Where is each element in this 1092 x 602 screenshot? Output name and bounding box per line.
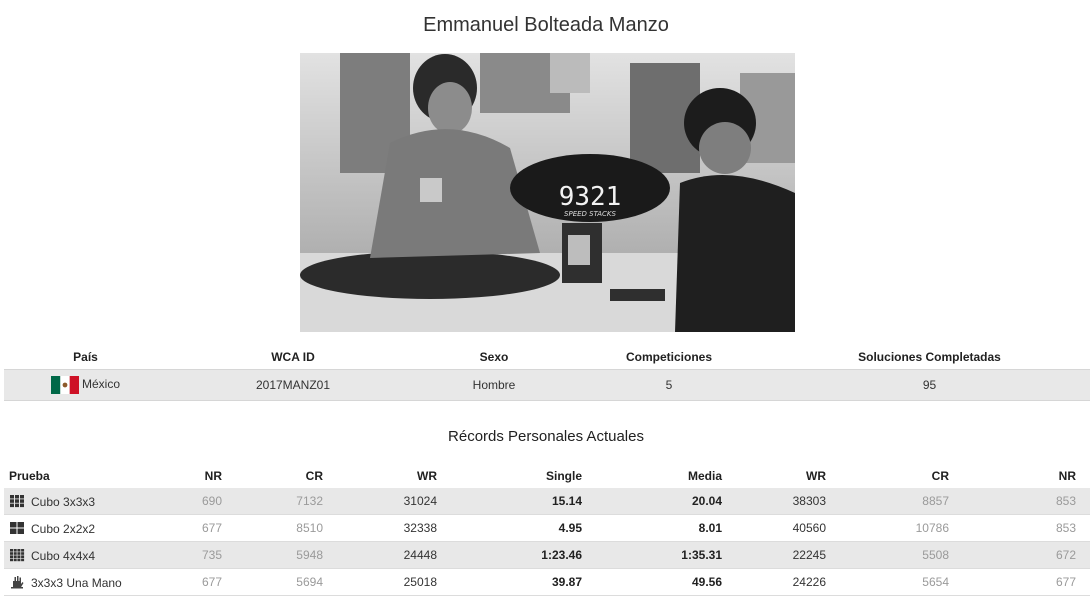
average-value[interactable]: 20.04 [582, 488, 722, 515]
single-cr-value: 5948 [222, 541, 323, 569]
personal-records-table: Prueba NR CR WR Single Media WR CR NR Cu… [4, 464, 1090, 596]
event-name: 3x3x3 Una Mano [31, 575, 122, 590]
single-nr-value: 690 [159, 488, 222, 515]
person-details-row: México 2017MANZ01 Hombre 5 95 [4, 369, 1090, 401]
single-cr-value: 8510 [222, 514, 323, 542]
average-nr-value: 672 [949, 541, 1090, 569]
single-cr-value: 7132 [222, 488, 323, 515]
event-cell[interactable]: Cubo 4x4x4 [4, 541, 159, 569]
completed-solves-header: Soluciones Completadas [858, 350, 1001, 364]
single-cr-header: CR [305, 469, 323, 483]
single-value[interactable]: 1:23.46 [437, 541, 582, 569]
average-wr-header: WR [806, 469, 826, 483]
event-name: Cubo 4x4x4 [31, 548, 96, 563]
event-cell[interactable]: 3x3x3 Una Mano [4, 568, 159, 596]
average-wr-value: 40560 [722, 514, 826, 542]
mexico-flag-icon [50, 376, 79, 394]
country-header: País [73, 350, 98, 364]
average-cr-value: 8857 [826, 488, 949, 515]
event-cell[interactable]: Cubo 3x3x3 [4, 488, 159, 515]
one-hand-icon [9, 575, 25, 589]
record-row: Cubo 2x2x2 677 8510 32338 4.95 8.01 4056… [4, 514, 1090, 542]
average-cr-header: CR [931, 469, 949, 483]
average-cr-value: 5508 [826, 541, 949, 569]
event-cell[interactable]: Cubo 2x2x2 [4, 514, 159, 542]
single-nr-value: 677 [159, 568, 222, 596]
single-nr-header: NR [204, 469, 222, 483]
event-header: Prueba [9, 469, 50, 483]
cube-2x2-icon [9, 521, 25, 535]
gender-header: Sexo [479, 350, 509, 364]
single-value[interactable]: 4.95 [437, 514, 582, 542]
single-value[interactable]: 39.87 [437, 568, 582, 596]
country-cell: México [4, 369, 167, 401]
single-value[interactable]: 15.14 [437, 488, 582, 515]
average-nr-value: 677 [949, 568, 1090, 596]
timer-brand: SPEED STACKS [564, 210, 616, 218]
record-row: Cubo 3x3x3 690 7132 31024 15.14 20.04 38… [4, 488, 1090, 515]
wca-id-header: WCA ID [271, 350, 315, 364]
average-value[interactable]: 1:35.31 [582, 541, 722, 569]
average-value[interactable]: 8.01 [582, 514, 722, 542]
single-cr-value: 5694 [222, 568, 323, 596]
average-nr-header: NR [1058, 469, 1076, 483]
single-wr-value: 25018 [323, 568, 437, 596]
average-wr-value: 38303 [722, 488, 826, 515]
single-wr-header: WR [417, 469, 437, 483]
single-header: Single [545, 469, 582, 483]
person-details-table: País WCA ID Sexo Competiciones Solucione… [4, 345, 1090, 401]
single-nr-value: 677 [159, 514, 222, 542]
person-photo: 9321 SPEED STACKS [300, 53, 795, 332]
average-wr-value: 24226 [722, 568, 826, 596]
country-value: México [81, 377, 120, 392]
average-value[interactable]: 49.56 [582, 568, 722, 596]
event-name: Cubo 2x2x2 [31, 521, 96, 536]
cube-3x3-icon [9, 494, 25, 508]
completed-solves-value: 95 [769, 369, 1090, 401]
event-name: Cubo 3x3x3 [31, 494, 96, 509]
cube-4x4-icon [9, 548, 25, 562]
gender-value: Hombre [419, 369, 569, 401]
single-wr-value: 31024 [323, 488, 437, 515]
competitions-value[interactable]: 5 [569, 369, 769, 401]
timer-display: 9321 [559, 182, 622, 212]
average-cr-value: 5654 [826, 568, 949, 596]
record-row: 3x3x3 Una Mano 677 5694 25018 39.87 49.5… [4, 568, 1090, 596]
single-wr-value: 24448 [323, 541, 437, 569]
competitions-header: Competiciones [625, 350, 712, 364]
average-nr-value: 853 [949, 514, 1090, 542]
single-nr-value: 735 [159, 541, 222, 569]
record-row: Cubo 4x4x4 735 5948 24448 1:23.46 1:35.3… [4, 541, 1090, 569]
average-wr-value: 22245 [722, 541, 826, 569]
single-wr-value: 32338 [323, 514, 437, 542]
wca-id-value: 2017MANZ01 [167, 369, 419, 401]
average-cr-value: 10786 [826, 514, 949, 542]
person-name: Emmanuel Bolteada Manzo [423, 14, 669, 36]
person-page: Emmanuel Bolteada Manzo 9321 SPEED STACK… [0, 0, 1092, 602]
average-header: Media [687, 469, 722, 483]
average-nr-value: 853 [949, 488, 1090, 515]
personal-records-title: Récords Personales Actuales [448, 428, 644, 445]
